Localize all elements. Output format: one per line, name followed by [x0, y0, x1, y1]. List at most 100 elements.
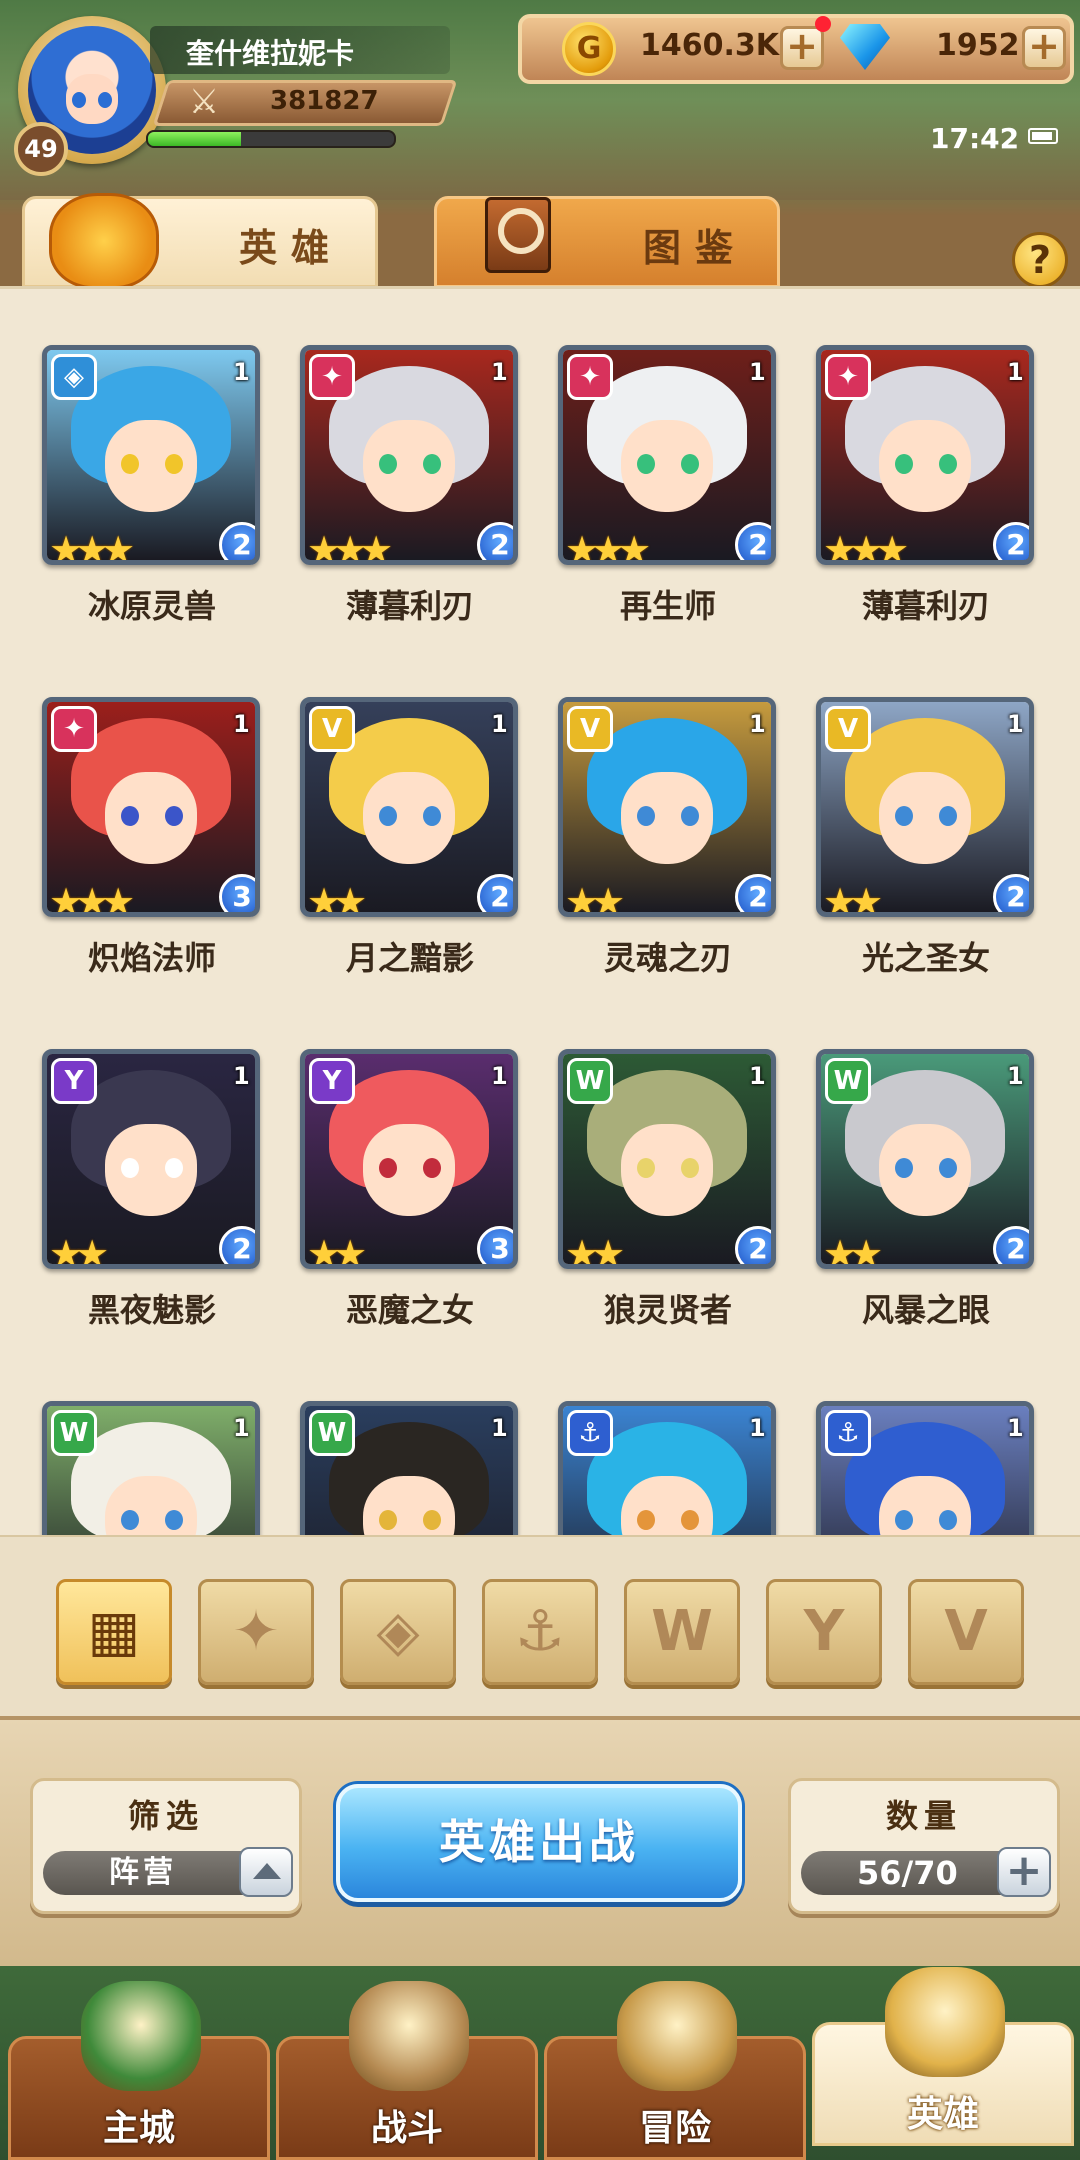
hero-name: 炽焰法师 — [87, 939, 216, 977]
beast-icon: W — [651, 1599, 713, 1664]
player-level-badge: 49 — [14, 122, 68, 176]
filter-sea-button[interactable]: ⚓ — [482, 1579, 598, 1685]
star-rating: ★★ — [823, 880, 883, 917]
hero-portrait: W1 — [300, 1401, 518, 1535]
light-faction-icon: V — [825, 706, 871, 752]
rank-badge: 2 — [219, 522, 255, 560]
hero-portrait: ✦ 1 ★★★ 3 — [42, 697, 260, 917]
hero-card[interactable]: W 1 ★★ 2 风暴之眼 — [816, 1049, 1036, 1409]
star-rating: ★★★ — [49, 880, 135, 917]
exp-fill — [148, 132, 242, 146]
hero-card[interactable]: ◈ 1 ★★★ 2 冰原灵兽 — [42, 345, 262, 705]
nav-label: 战斗 — [370, 2108, 443, 2149]
star-rating: ★★ — [49, 1232, 109, 1269]
deploy-heroes-button[interactable]: 英雄出战 — [336, 1784, 742, 1902]
filter-fire-button[interactable]: ✦ — [198, 1579, 314, 1685]
hero-level: 1 — [233, 710, 250, 738]
tab-codex[interactable]: 图鉴 — [434, 196, 780, 288]
hero-portrait: ✦ 1 ★★★ 2 — [558, 345, 776, 565]
nav-crossed-swords[interactable]: 战斗 — [276, 1981, 538, 2160]
hero-level: 1 — [749, 710, 766, 738]
hero-card[interactable]: W1 — [300, 1401, 520, 1535]
rank-badge: 2 — [219, 1226, 255, 1264]
hero-card[interactable]: ✦ 1 ★★★ 2 薄暮利刃 — [816, 345, 1036, 705]
hero-name: 月之黯影 — [345, 939, 474, 977]
rank-badge: 2 — [993, 1226, 1029, 1264]
crossed-swords-icon: ⚔ — [188, 82, 220, 122]
tab-heroes[interactable]: 英雄 — [22, 193, 378, 289]
faction-filter-bar: ▦ ✦ ◈ ⚓ W Y V — [0, 1535, 1080, 1719]
hero-card[interactable]: ⚓ 1 — [558, 1401, 778, 1535]
dark-faction-icon: Y — [309, 1058, 355, 1104]
gold-coin-icon: G — [562, 22, 616, 76]
hero-card[interactable]: W 1 ★★ 2 狼灵贤者 — [558, 1049, 778, 1409]
wings-icon: V — [944, 1599, 988, 1664]
star-rating: ★★★ — [307, 528, 393, 565]
hero-level: 1 — [1007, 1414, 1024, 1442]
battery-icon — [1028, 128, 1058, 144]
bottom-nav: 主城 战斗 冒险 英雄 — [0, 1966, 1080, 2160]
horns-icon: Y — [803, 1599, 845, 1664]
nav-castle[interactable]: 主城 — [8, 1981, 270, 2160]
hero-portrait: W 1 ★★ 2 — [558, 1049, 776, 1269]
fire-faction-icon: ✦ — [51, 706, 97, 752]
hero-grid[interactable]: ◈ 1 ★★★ 2 冰原灵兽 ✦ 1 ★★★ 2 薄暮利刃 ✦ 1 ★★★ 2 再生师 ✦ 1 ★★★ 2 薄暮利刃 ✦… — [0, 289, 1080, 1535]
hero-card[interactable]: ⚓ 1 — [816, 1401, 1036, 1535]
add-gems-button[interactable]: + — [1022, 26, 1066, 70]
hero-card[interactable]: Y 1 ★★ 3 恶魔之女 — [300, 1049, 520, 1409]
exp-bar — [146, 130, 396, 148]
help-button[interactable]: ? — [1012, 232, 1068, 288]
hero-card[interactable]: ✦ 1 ★★★ 3 炽焰法师 — [42, 697, 262, 1057]
gem-value: 1952 — [936, 28, 1020, 63]
scroll-map-icon — [617, 1981, 737, 2091]
light-faction-icon: V — [309, 706, 355, 752]
rank-badge: 2 — [477, 522, 513, 560]
hero-name: 黑夜魅影 — [87, 1291, 216, 1329]
nav-scroll-map[interactable]: 冒险 — [544, 1981, 806, 2160]
hero-level: 1 — [233, 1414, 250, 1442]
add-gold-button[interactable]: + — [780, 26, 824, 70]
beast-faction-icon: W — [825, 1058, 871, 1104]
magnifier-book-icon — [485, 197, 551, 273]
filter-title: 筛选 — [127, 1797, 204, 1835]
nav-hero-helmet[interactable]: 英雄 — [812, 1967, 1074, 2146]
hero-card[interactable]: V 1 ★★ 2 光之圣女 — [816, 697, 1036, 1057]
hero-name: 狼灵贤者 — [603, 1291, 732, 1329]
sea-faction-icon: ⚓ — [567, 1410, 613, 1456]
rank-badge: 3 — [219, 874, 255, 912]
hero-level: 1 — [491, 710, 508, 738]
hero-card[interactable]: ✦ 1 ★★★ 2 再生师 — [558, 345, 778, 705]
beast-faction-icon: W — [309, 1410, 355, 1456]
hero-card[interactable]: W1 — [42, 1401, 262, 1535]
rank-badge: 2 — [993, 522, 1029, 560]
hero-card[interactable]: ✦ 1 ★★★ 2 薄暮利刃 — [300, 345, 520, 705]
hero-name: 再生师 — [619, 587, 716, 625]
hero-card[interactable]: V 1 ★★ 2 灵魂之刃 — [558, 697, 778, 1057]
rank-badge: 2 — [477, 874, 513, 912]
hero-card[interactable]: Y 1 ★★ 2 黑夜魅影 — [42, 1049, 262, 1409]
crossed-swords-icon — [349, 1981, 469, 2091]
hero-name: 光之圣女 — [861, 939, 990, 977]
chevron-up-icon[interactable] — [239, 1847, 293, 1897]
hero-name: 恶魔之女 — [345, 1291, 474, 1329]
hero-portrait: W1 — [42, 1401, 260, 1535]
castle-icon — [81, 1981, 201, 2091]
hero-card[interactable]: V 1 ★★ 2 月之黯影 — [300, 697, 520, 1057]
filter-beast-button[interactable]: W — [624, 1579, 740, 1685]
hero-helmet-icon — [49, 193, 159, 289]
hero-portrait: ⚓ 1 — [558, 1401, 776, 1535]
flame-icon: ✦ — [232, 1599, 280, 1664]
hero-portrait: W 1 ★★ 2 — [816, 1049, 1034, 1269]
filter-dark-button[interactable]: Y — [766, 1579, 882, 1685]
rank-badge: 3 — [477, 1226, 513, 1264]
nav-label: 英雄 — [906, 2094, 979, 2135]
expand-capacity-button[interactable]: + — [997, 1847, 1051, 1897]
filter-all-button[interactable]: ▦ — [56, 1579, 172, 1685]
filter-light-button[interactable]: V — [908, 1579, 1024, 1685]
star-rating: ★★ — [565, 1232, 625, 1269]
filter-ice-button[interactable]: ◈ — [340, 1579, 456, 1685]
rank-badge: 2 — [735, 874, 771, 912]
hero-name: 灵魂之刃 — [603, 939, 732, 977]
fire-faction-icon: ✦ — [309, 354, 355, 400]
beast-faction-icon: W — [51, 1410, 97, 1456]
